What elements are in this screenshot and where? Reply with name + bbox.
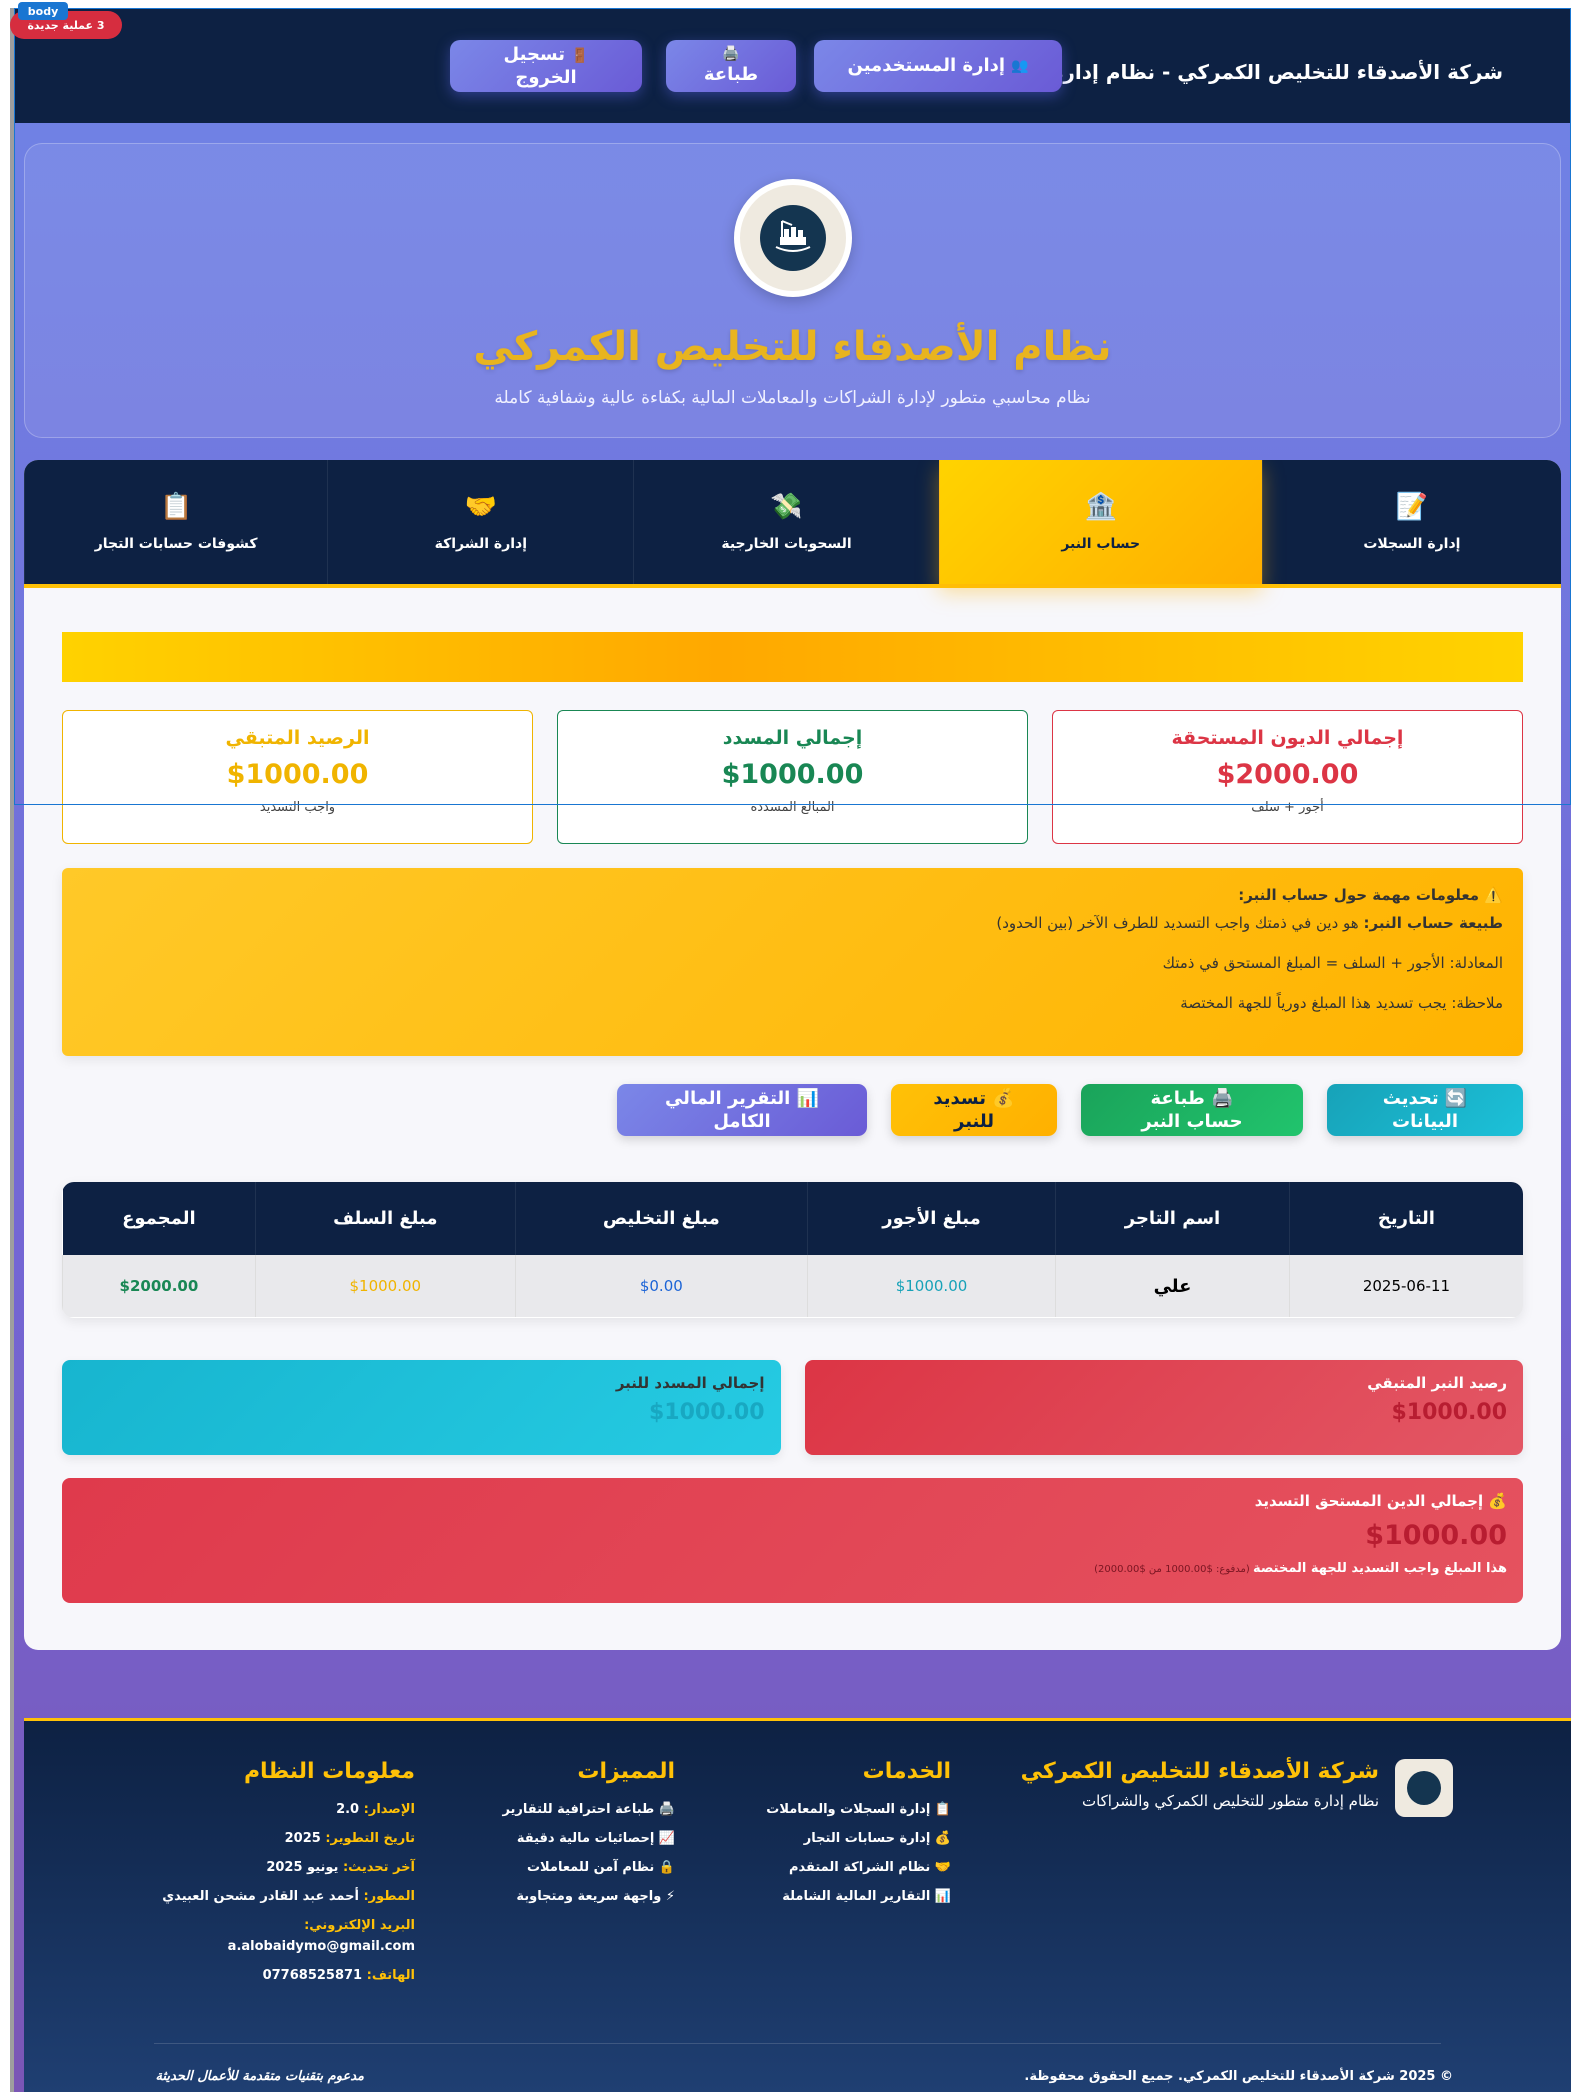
inspector-body-tag: body (18, 2, 68, 20)
action-buttons: 🔄 تحديث البيانات 🖨️ طباعة حساب النبر 💰 ت… (24, 1084, 1561, 1138)
hero-section: نظام الأصدقاء للتخليص الكمركي نظام محاسب… (24, 143, 1561, 438)
column-header[interactable]: مبلغ السلف (254, 1182, 516, 1255)
company-logo (733, 179, 852, 297)
bank-icon: 🏦 (1084, 492, 1117, 522)
refresh-button[interactable]: 🔄 تحديث البيانات (1327, 1084, 1523, 1136)
print-nabr-button[interactable]: 🖨️ طباعة حساب النبر (1081, 1084, 1303, 1136)
column-header[interactable]: المجموع (62, 1182, 256, 1255)
info-nature: طبيعة حساب النبر: هو دين في ذمتك واجب ال… (996, 914, 1503, 932)
table-row[interactable]: 2025-06-11 علي $1000.00 $0.00 $1000.00 $… (62, 1255, 1523, 1317)
column-header[interactable]: مبلغ التخليص (514, 1182, 808, 1255)
top-bar: شركة الأصدقاء للتخليص الكمركي - نظام إدا… (14, 8, 1571, 123)
total-debt-label: 💰 إجمالي الدين المستحق التسديد (1254, 1492, 1507, 1510)
memo-icon: 📝 (1395, 492, 1429, 522)
footer-item: 🔒 نظام آمن للمعاملات (526, 1860, 675, 1875)
footer-link[interactable]: 🤝 نظام الشراكة المتقدم (766, 1860, 951, 1875)
nabr-table: التاريخ اسم التاجر مبلغ الأجور مبلغ التخ… (62, 1182, 1523, 1318)
money-wings-icon: 💸 (770, 492, 803, 522)
footer-company: شركة الأصدقاء للتخليص الكمركي نظام إدارة… (1021, 1759, 1453, 1817)
cell-date: 2025-06-11 (1288, 1255, 1523, 1317)
info-note: ملاحظة: يجب تسديد هذا المبلغ دورياً للجه… (1180, 994, 1503, 1012)
footer-item: 📈 إحصائيات مالية دقيقة (516, 1831, 675, 1846)
tab-withdrawals[interactable]: 💸 السحوبات الخارجية (633, 460, 938, 584)
footer-link[interactable]: 📋 إدارة السجلات والمعاملات (766, 1802, 951, 1817)
logout-button[interactable]: 🚪تسجيل الخروج (450, 40, 642, 92)
users-icon: 👥 (1011, 57, 1029, 74)
clipboard-icon: 📋 (159, 492, 193, 522)
cell-clearance: $0.00 (514, 1255, 808, 1317)
tab-partnership[interactable]: 🤝 إدارة الشراكة (327, 460, 633, 584)
app-frame: شركة الأصدقاء للتخليص الكمركي - نظام إدا… (10, 8, 1571, 2092)
info-formula: المعادلة: الأجور + السلف = المبلغ المستح… (1162, 954, 1503, 972)
total-debt-value: $1000.00 (1365, 1520, 1507, 1551)
column-header[interactable]: التاريخ (1288, 1182, 1523, 1255)
column-header[interactable]: اسم التاجر (1055, 1182, 1290, 1255)
tab-merchant-statements[interactable]: 📋 كشوفات حسابات التجار (24, 460, 327, 584)
cell-total: $2000.00 (62, 1255, 256, 1317)
column-header[interactable]: مبلغ الأجور (806, 1182, 1056, 1255)
remaining-nabr-box: رصيد النبر المتبقي $1000.00 (804, 1360, 1523, 1455)
door-icon: 🚪 (571, 47, 589, 64)
footer-item: 🖨️ طباعة احترافية للتقارير (502, 1802, 675, 1817)
footer: شركة الأصدقاء للتخليص الكمركي نظام إدارة… (24, 1718, 1571, 2092)
footer-link[interactable]: 💰 إدارة حسابات التجار (766, 1831, 951, 1846)
full-report-button[interactable]: 📊 التقرير المالي الكامل (617, 1084, 867, 1136)
printer-icon: 🖨️ (722, 46, 740, 63)
users-button[interactable]: 👥 إدارة المستخدمين (814, 40, 1062, 92)
cell-fees: $1000.00 (806, 1255, 1056, 1317)
info-title: ⚠️ معلومات مهمة حول حساب النبر: (1238, 886, 1503, 904)
print-button[interactable]: 🖨️ طباعة (666, 40, 796, 92)
hero-title: نظام الأصدقاء للتخليص الكمركي (473, 324, 1112, 370)
cell-merchant: علي (1055, 1255, 1290, 1317)
footer-link[interactable]: 📊 التقارير المالية الشاملة (766, 1889, 951, 1904)
footer-services: الخدمات 📋 إدارة السجلات والمعاملات 💰 إدا… (766, 1759, 951, 1904)
hero-subtitle: نظام محاسبي متطور لإدارة الشراكات والمعا… (494, 388, 1091, 408)
paid-nabr-box: إجمالي المسدد للنبر $1000.00 (62, 1360, 781, 1455)
cell-advances: $1000.00 (254, 1255, 516, 1317)
footer-system-info: معلومات النظام الإصدار: 2.0 تاريخ التطوي… (162, 1759, 415, 1983)
total-debt-note: هذا المبلغ واجب التسديد للجهة المختصة (م… (1094, 1561, 1507, 1576)
info-box: ⚠️ معلومات مهمة حول حساب النبر: طبيعة حس… (62, 868, 1523, 1056)
handshake-icon: 🤝 (464, 492, 498, 522)
footer-item: ⚡ واجهة سريعة ومتجاوبة (516, 1889, 675, 1904)
footer-logo-icon (1395, 1759, 1453, 1817)
tab-records[interactable]: 📝 إدارة السجلات (1261, 460, 1561, 584)
main-panel: 📝 إدارة السجلات 🏦 حساب النبر 💸 السحوبات … (24, 460, 1561, 1650)
total-debt-box: 💰 إجمالي الدين المستحق التسديد $1000.00 … (62, 1478, 1523, 1603)
footer-divider (154, 2043, 1441, 2044)
summary-cards: إجمالي الديون المستحقة $2000.00 أجور + س… (62, 710, 1523, 844)
pay-nabr-button[interactable]: 💰 تسديد للنبر (891, 1084, 1057, 1136)
section-banner (62, 632, 1523, 682)
copyright: © 2025 شركة الأصدقاء للتخليص الكمركي. جم… (1024, 2069, 1453, 2084)
balance-summary: رصيد النبر المتبقي $1000.00 إجمالي المسد… (62, 1360, 1523, 1455)
total-paid-card: إجمالي المسدد $1000.00 المبالغ المسددة (557, 710, 1028, 844)
slogan: مدعوم بتقنيات متقدمة للأعمال الحديثة (155, 2069, 365, 2084)
total-debts-card: إجمالي الديون المستحقة $2000.00 أجور + س… (1052, 710, 1523, 844)
tab-bar: 📝 إدارة السجلات 🏦 حساب النبر 💸 السحوبات … (24, 460, 1561, 588)
remaining-balance-card: الرصيد المتبقي $1000.00 واجب التسديد (62, 710, 533, 844)
footer-features: المميزات 🖨️ طباعة احترافية للتقارير 📈 إح… (502, 1759, 675, 1904)
table-header-row: التاريخ اسم التاجر مبلغ الأجور مبلغ التخ… (62, 1182, 1523, 1255)
ship-icon (759, 205, 826, 271)
tab-nabr-account[interactable]: 🏦 حساب النبر (938, 460, 1262, 584)
email-link[interactable]: a.alobaidymo@gmail.com (162, 1939, 415, 1954)
